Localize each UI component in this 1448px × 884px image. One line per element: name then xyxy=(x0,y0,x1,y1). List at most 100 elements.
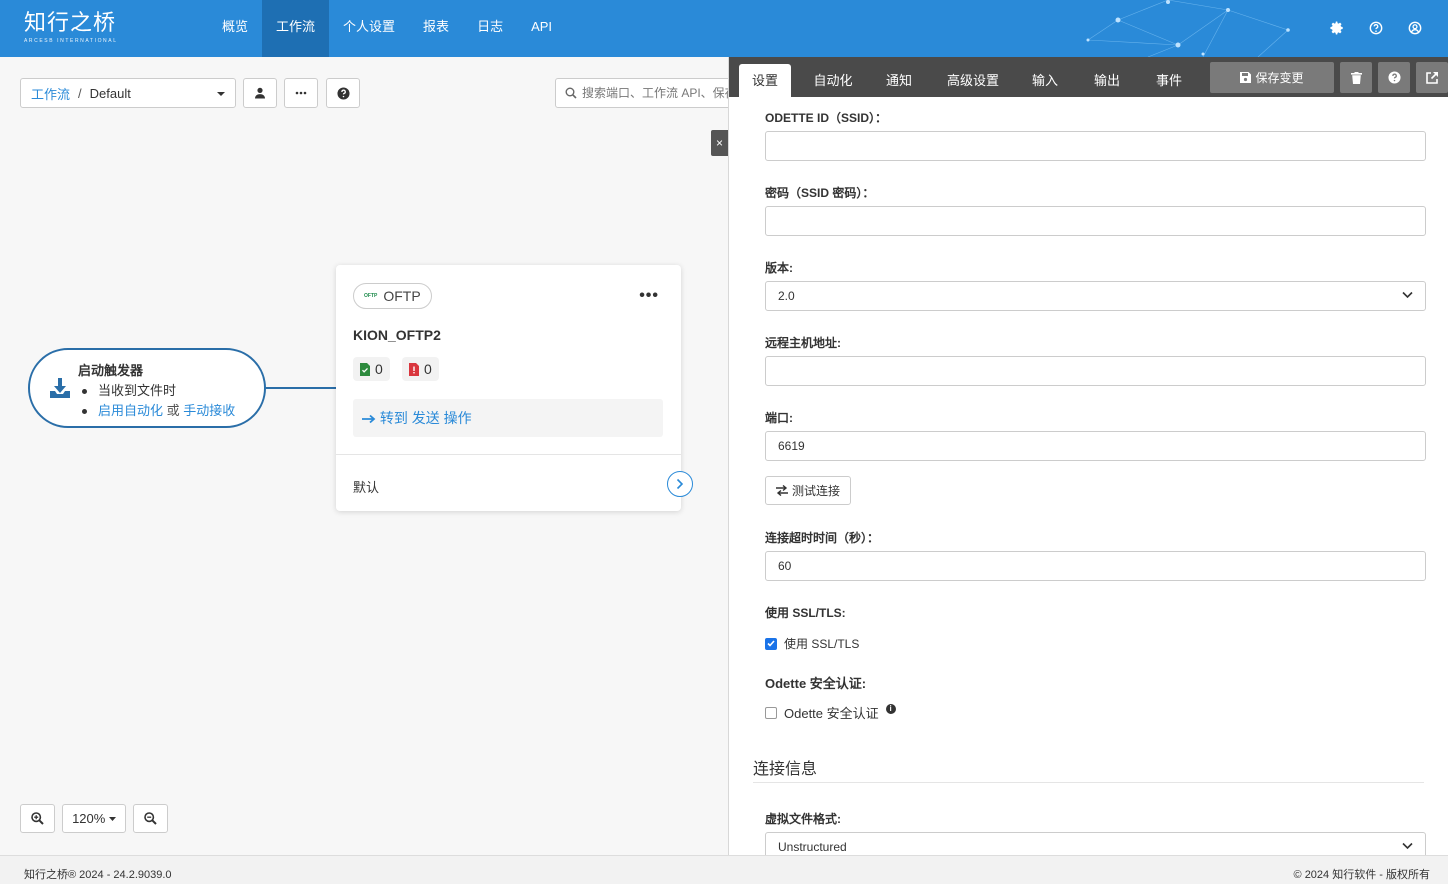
search-icon xyxy=(565,87,577,99)
or-text: 或 xyxy=(163,403,184,418)
remote-host-input[interactable] xyxy=(765,356,1426,386)
nav-api[interactable]: API xyxy=(517,0,566,57)
help-button[interactable] xyxy=(326,78,360,108)
brand-name: 知行之桥 xyxy=(24,11,117,36)
odette-auth-checkbox-label: Odette 安全认证 xyxy=(784,706,879,721)
error-count-badge[interactable]: 0 xyxy=(402,357,439,381)
panel-help-button[interactable] xyxy=(1378,62,1410,93)
chevron-down-icon xyxy=(1402,291,1413,299)
version-label: 版本: xyxy=(765,261,793,275)
flow-connector-line xyxy=(266,387,336,389)
search-input[interactable]: 搜索端口、工作流 API、保存 xyxy=(555,78,728,108)
user-silhouette-icon xyxy=(255,87,265,99)
nav-overview[interactable]: 概览 xyxy=(208,0,262,57)
virtual-file-format-select[interactable]: Unstructured xyxy=(765,832,1426,855)
caret-down-icon xyxy=(217,92,225,96)
top-navbar: 知行之桥 ARCESB INTERNATIONAL 概览 工作流 个人设置 报表… xyxy=(0,0,1448,57)
card-divider xyxy=(336,454,681,455)
open-external-button[interactable] xyxy=(1416,62,1448,93)
workflow-canvas[interactable]: 工作流 / Default 搜索端口、工作流 API、保存 × 启动触发器 当收… xyxy=(0,57,728,855)
tab-input[interactable]: 输入 xyxy=(1019,64,1071,97)
tab-notifications[interactable]: 通知 xyxy=(873,64,925,97)
test-connection-button[interactable]: 测试连接 xyxy=(765,476,851,505)
connection-info-section-title: 连接信息 xyxy=(753,761,818,778)
password-label: 密码（SSID 密码）： xyxy=(765,186,875,200)
timeout-label: 连接超时时间（秒）： xyxy=(765,531,880,545)
port-name: KION_OFTP2 xyxy=(353,327,441,343)
goto-label: 转到 发送 操作 xyxy=(379,410,472,426)
save-changes-button[interactable]: 保存变更 xyxy=(1210,62,1334,93)
goto-send-action-link[interactable]: 转到 发送 操作 xyxy=(353,399,663,437)
brand-logo[interactable]: 知行之桥 ARCESB INTERNATIONAL xyxy=(24,11,118,45)
user-button[interactable] xyxy=(243,78,277,108)
info-icon[interactable]: i xyxy=(885,703,896,714)
manual-receive-link[interactable]: 手动接收 xyxy=(183,403,235,418)
connector-type-label: OFTP xyxy=(383,288,421,304)
start-trigger-node[interactable]: 启动触发器 当收到文件时 启用自动化 或 手动接收 xyxy=(28,348,266,428)
breadcrumb-root-link[interactable]: 工作流 xyxy=(31,84,70,103)
workflow-breadcrumb-dropdown[interactable]: 工作流 / Default xyxy=(20,78,236,108)
card-menu-button[interactable]: ••• xyxy=(639,287,659,305)
trigger-condition-item: 当收到文件时 xyxy=(81,381,235,401)
port-input[interactable]: 6619 xyxy=(765,431,1426,461)
user-icon[interactable] xyxy=(1405,18,1424,37)
password-input[interactable] xyxy=(765,206,1426,236)
odette-auth-checkbox-row: Odette 安全认证 i xyxy=(765,703,896,722)
file-check-icon xyxy=(360,362,370,376)
nav-reports[interactable]: 报表 xyxy=(409,0,463,57)
section-divider xyxy=(753,782,1424,783)
top-icon-group xyxy=(1327,18,1424,37)
help-icon[interactable] xyxy=(1366,18,1385,37)
version-select[interactable]: 2.0 xyxy=(765,281,1426,311)
floppy-disk-icon xyxy=(1240,72,1252,83)
question-circle-icon xyxy=(336,86,350,100)
gear-icon[interactable] xyxy=(1327,18,1346,37)
success-count-badge[interactable]: 0 xyxy=(353,357,390,381)
zoom-out-button[interactable] xyxy=(133,804,168,833)
tab-automation[interactable]: 自动化 xyxy=(803,64,863,97)
tab-events[interactable]: 事件 xyxy=(1143,64,1195,97)
tab-advanced[interactable]: 高级设置 xyxy=(937,64,1009,97)
tab-settings[interactable]: 设置 xyxy=(739,64,791,97)
save-label: 保存变更 xyxy=(1255,71,1304,85)
timeout-input[interactable]: 60 xyxy=(765,551,1426,581)
default-route-label: 默认 xyxy=(353,480,380,495)
next-step-button[interactable] xyxy=(667,471,693,497)
odette-id-input[interactable] xyxy=(765,131,1426,161)
tab-output[interactable]: 输出 xyxy=(1081,64,1133,97)
zoom-in-button[interactable] xyxy=(20,804,55,833)
breadcrumb-separator: / xyxy=(78,85,82,101)
checkmark-icon xyxy=(767,640,775,647)
zoom-out-icon xyxy=(144,812,157,825)
odette-auth-label: Odette 安全认证: xyxy=(765,676,867,691)
nav-profile-settings[interactable]: 个人设置 xyxy=(329,0,409,57)
footer-version: 知行之桥® 2024 - 24.2.9039.0 xyxy=(24,869,172,881)
nav-logs[interactable]: 日志 xyxy=(463,0,517,57)
more-options-button[interactable] xyxy=(284,78,318,108)
trash-icon xyxy=(1350,71,1362,84)
ssl-checkbox[interactable] xyxy=(765,637,777,650)
delete-button[interactable] xyxy=(1340,62,1372,93)
nav-workflow[interactable]: 工作流 xyxy=(262,0,330,57)
trigger-title: 启动触发器 xyxy=(78,363,144,378)
close-panel-button[interactable]: × xyxy=(711,130,728,156)
virtual-file-format-value: Unstructured xyxy=(778,840,847,854)
odette-auth-checkbox[interactable] xyxy=(765,706,777,719)
port-card-kion-oftp2[interactable]: OFTP OFTP ••• KION_OFTP2 0 0 转到 发送 操作 默认 xyxy=(336,265,693,511)
chevron-down-icon xyxy=(1402,842,1413,850)
arrow-right-icon xyxy=(362,414,376,424)
question-circle-icon xyxy=(1387,71,1401,84)
zoom-level-dropdown[interactable]: 120% xyxy=(62,804,126,833)
port-settings-panel: 设置 自动化 通知 高级设置 输入 输出 事件 保存变更 ODETTE ID（S… xyxy=(728,57,1448,855)
panel-tabbar: 设置 自动化 通知 高级设置 输入 输出 事件 保存变更 xyxy=(729,57,1448,97)
enable-automation-link[interactable]: 启用自动化 xyxy=(98,403,163,418)
trigger-condition-item: 启用自动化 或 手动接收 xyxy=(81,401,235,421)
success-count: 0 xyxy=(375,361,383,377)
ssl-checkbox-label: 使用 SSL/TLS xyxy=(784,637,860,651)
breadcrumb-current: Default xyxy=(89,85,131,101)
zoom-in-icon xyxy=(31,812,44,825)
page-footer: 知行之桥® 2024 - 24.2.9039.0 © 2024 知行软件 - 版… xyxy=(0,855,1448,884)
zoom-level-value: 120% xyxy=(72,811,106,826)
ssl-label: 使用 SSL/TLS: xyxy=(765,606,846,620)
test-connection-label: 测试连接 xyxy=(791,484,840,498)
